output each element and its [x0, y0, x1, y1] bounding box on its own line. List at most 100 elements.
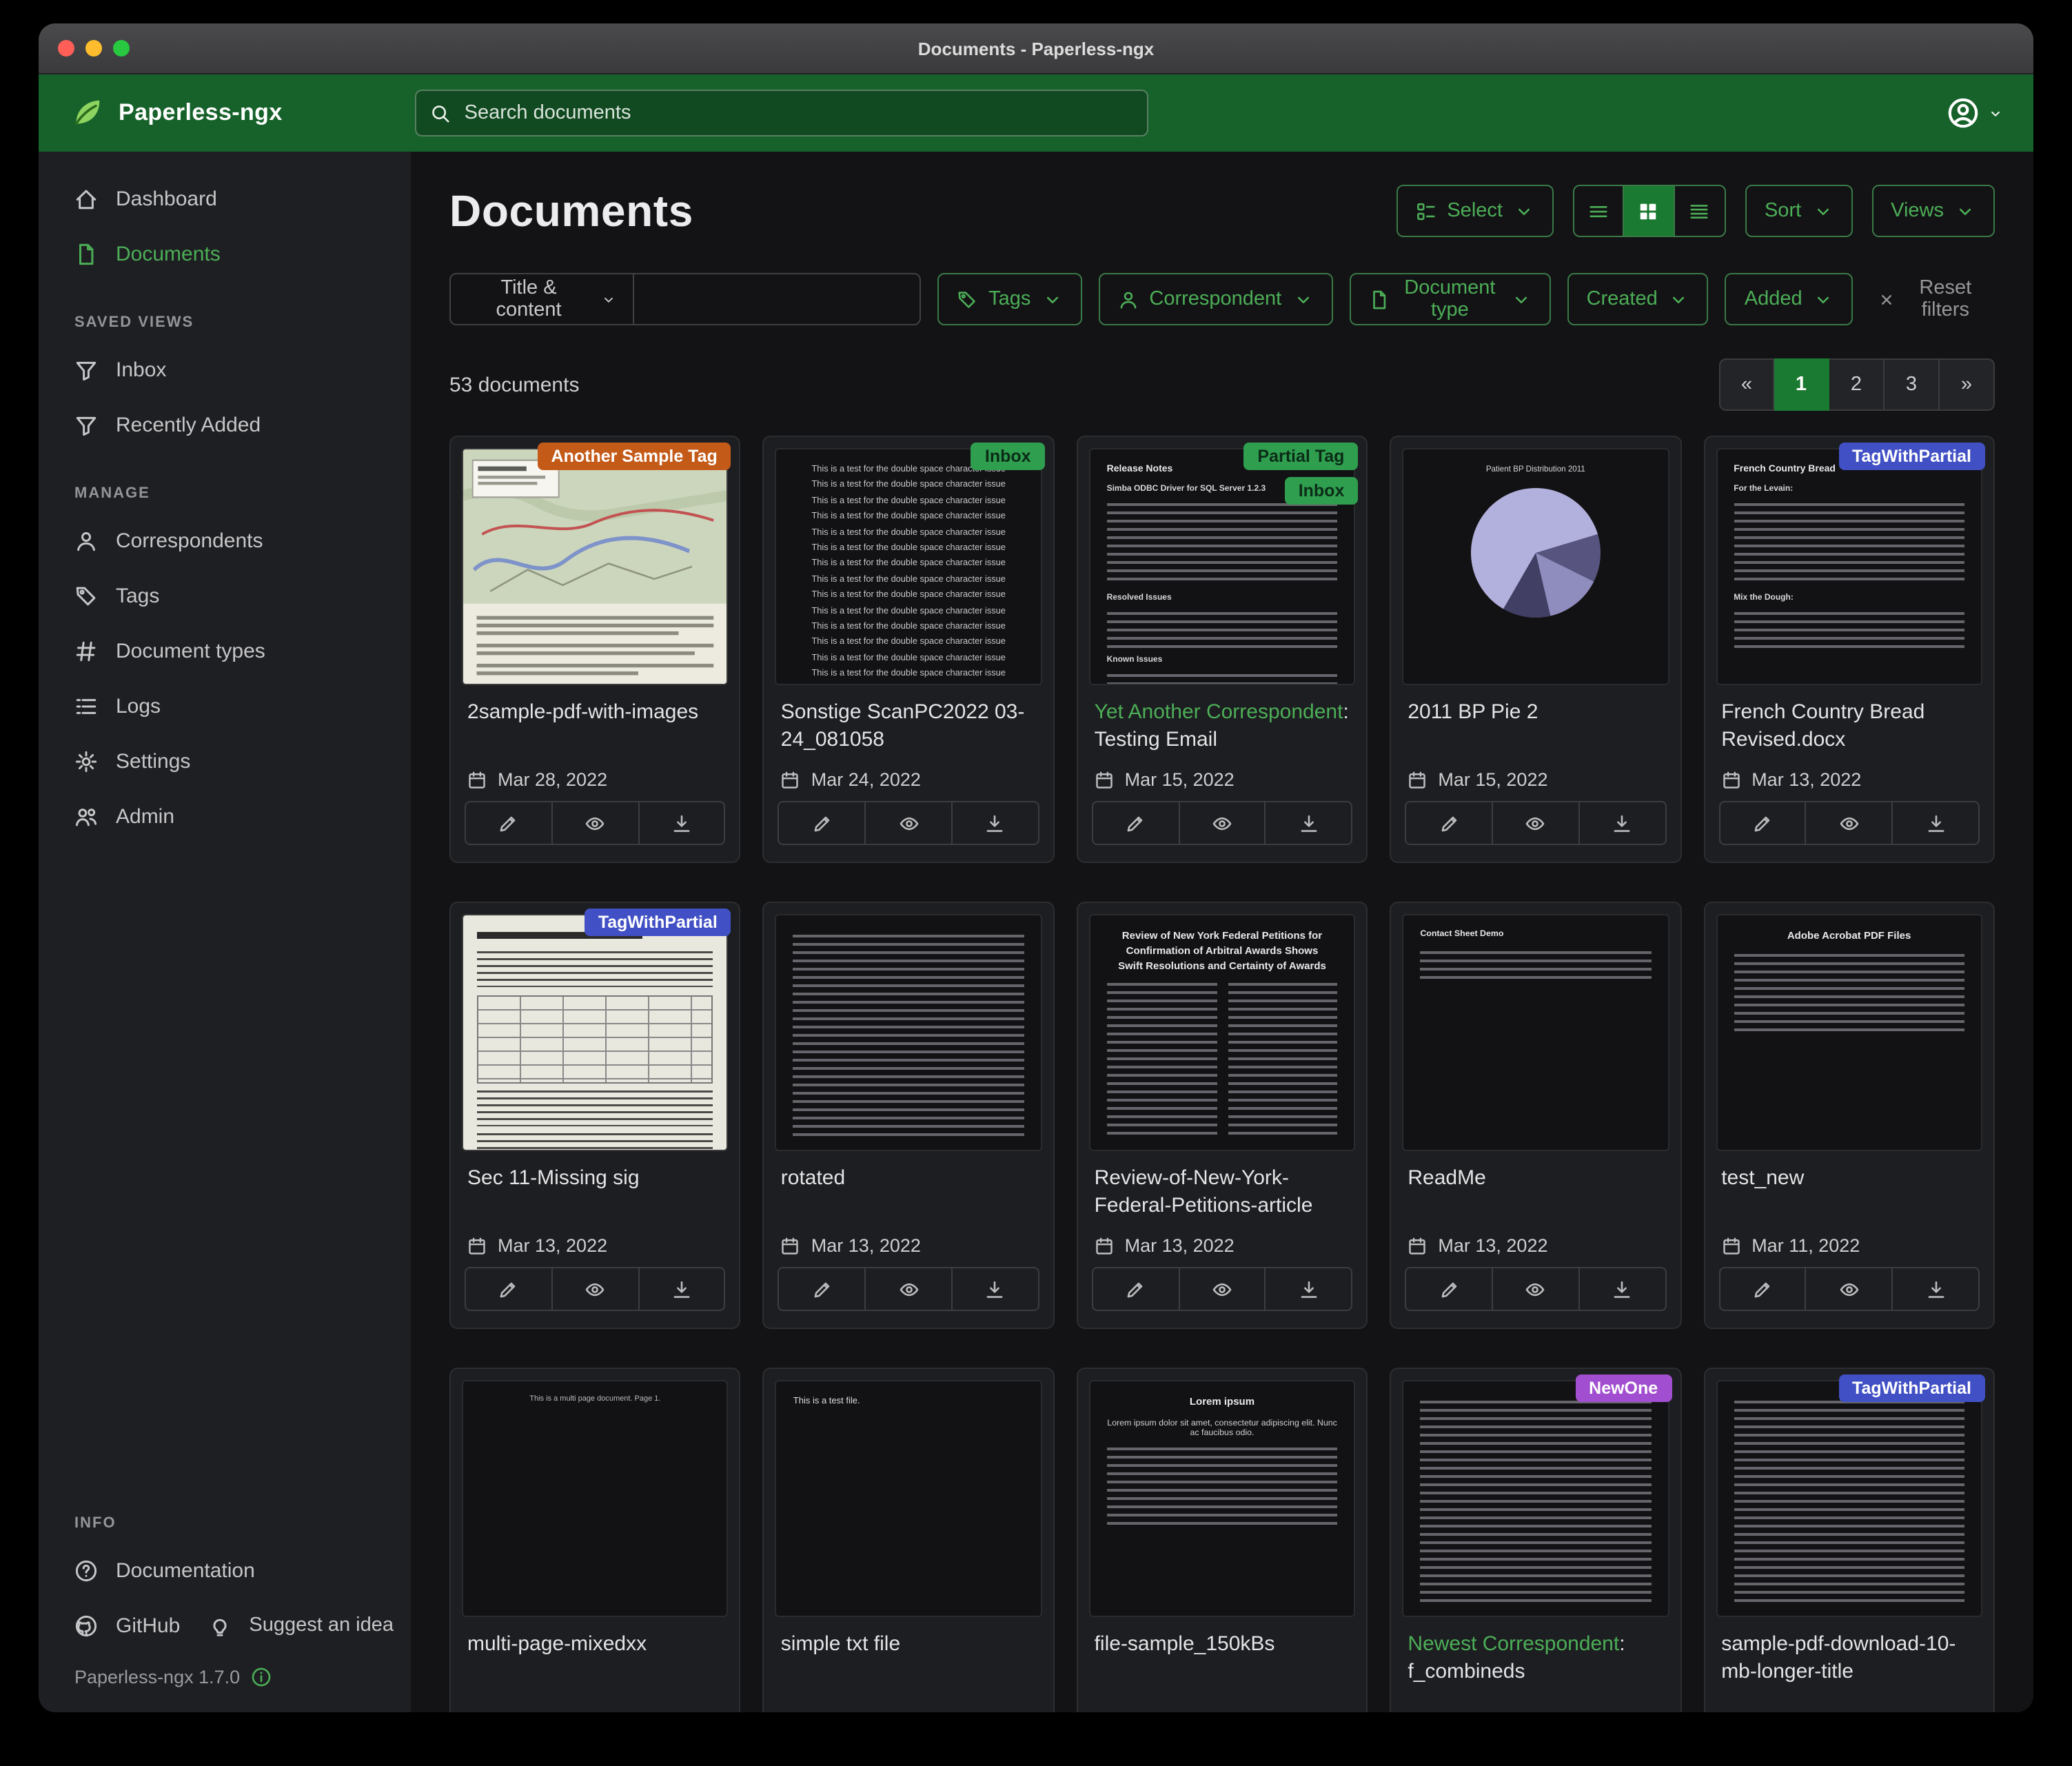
tag-badge[interactable]: TagWithPartial [1838, 443, 1985, 470]
document-title-link[interactable]: Yet Another Correspondent: Testing Email [1095, 699, 1350, 760]
document-thumbnail[interactable] [775, 914, 1042, 1151]
pagination-next[interactable]: » [1940, 358, 1995, 411]
document-title-link[interactable]: multi-page-mixedxx [467, 1631, 723, 1692]
download-button[interactable] [638, 1268, 724, 1310]
grid-view-button[interactable] [1624, 185, 1675, 237]
download-button[interactable] [1265, 1268, 1352, 1310]
edit-button[interactable] [780, 1268, 865, 1310]
tag-badge[interactable]: Inbox [1285, 477, 1359, 505]
sidebar-item-documents[interactable]: Documents [39, 226, 411, 281]
download-button[interactable] [1578, 802, 1665, 844]
sidebar-item-tags[interactable]: Tags [39, 568, 411, 623]
view-button[interactable] [864, 802, 951, 844]
added-filter-button[interactable]: Added [1725, 273, 1853, 325]
sidebar-item-github[interactable]: GitHub [39, 1598, 180, 1653]
download-button[interactable] [1578, 1268, 1665, 1310]
view-button[interactable] [1805, 1268, 1892, 1310]
tag-badge[interactable]: Partial Tag [1243, 443, 1358, 470]
pagination-prev[interactable]: « [1719, 358, 1774, 411]
edit-button[interactable] [1093, 1268, 1179, 1310]
document-thumbnail[interactable]: Patient BP Distribution 2011 [1402, 448, 1669, 685]
window-zoom-button[interactable] [113, 40, 130, 57]
views-button[interactable]: Views [1871, 185, 1995, 237]
window-close-button[interactable] [58, 40, 74, 57]
document-thumbnail[interactable]: This is a multi page document. Page 1. [462, 1380, 729, 1617]
edit-button[interactable] [1406, 802, 1492, 844]
document-thumbnail[interactable]: Contact Sheet Demo [1402, 914, 1669, 1151]
view-button[interactable] [1178, 1268, 1265, 1310]
download-button[interactable] [951, 1268, 1038, 1310]
reset-filters-button[interactable]: Reset filters [1870, 276, 1995, 323]
pagination-page-1[interactable]: 1 [1774, 358, 1829, 411]
view-button[interactable] [864, 1268, 951, 1310]
edit-button[interactable] [780, 802, 865, 844]
view-button[interactable] [1492, 1268, 1578, 1310]
created-filter-button[interactable]: Created [1567, 273, 1709, 325]
list-view-button[interactable] [1573, 185, 1624, 237]
edit-button[interactable] [1720, 802, 1805, 844]
document-title-link[interactable]: 2011 BP Pie 2 [1408, 699, 1663, 760]
tag-badge[interactable]: TagWithPartial [1838, 1374, 1985, 1402]
correspondent-link[interactable]: Newest Correspondent [1408, 1632, 1619, 1656]
window-minimize-button[interactable] [85, 40, 102, 57]
document-thumbnail[interactable]: This is a test for the double space char… [775, 448, 1042, 685]
document-type-filter-button[interactable]: Document type [1349, 273, 1550, 325]
document-title-link[interactable]: 2sample-pdf-with-images [467, 699, 723, 760]
tags-filter-button[interactable]: Tags [937, 273, 1081, 325]
document-thumbnail[interactable] [1402, 1380, 1669, 1617]
view-button[interactable] [551, 802, 638, 844]
sidebar-item-admin[interactable]: Admin [39, 789, 411, 844]
sidebar-item-dashboard[interactable]: Dashboard [39, 171, 411, 226]
sidebar-item-correspondents[interactable]: Correspondents [39, 513, 411, 568]
edit-button[interactable] [466, 802, 551, 844]
download-button[interactable] [1265, 802, 1352, 844]
document-title-link[interactable]: ReadMe [1408, 1165, 1663, 1226]
correspondent-link[interactable]: Yet Another Correspondent [1095, 700, 1343, 724]
pagination-page-3[interactable]: 3 [1885, 358, 1940, 411]
document-thumbnail[interactable]: French Country BreadFor the Levain:Mix t… [1716, 448, 1982, 685]
document-title-link[interactable]: test_new [1721, 1165, 1977, 1226]
sidebar-item-suggest-an-idea[interactable]: Suggest an idea [180, 1598, 394, 1653]
document-thumbnail[interactable] [462, 448, 729, 685]
edit-button[interactable] [1720, 1268, 1805, 1310]
view-button[interactable] [551, 1268, 638, 1310]
filter-text-input[interactable] [634, 274, 920, 324]
document-thumbnail[interactable]: Review of New York Federal Petitions for… [1089, 914, 1356, 1151]
select-button[interactable]: Select [1396, 185, 1554, 237]
tag-badge[interactable]: Inbox [971, 443, 1045, 470]
document-title-link[interactable]: simple txt file [781, 1631, 1037, 1692]
download-button[interactable] [1891, 802, 1978, 844]
sidebar-item-documentation[interactable]: Documentation [39, 1543, 411, 1598]
document-title-link[interactable]: Sec 11-Missing sig [467, 1165, 723, 1226]
sort-button[interactable]: Sort [1745, 185, 1852, 237]
view-button[interactable] [1178, 802, 1265, 844]
document-title-link[interactable]: rotated [781, 1165, 1037, 1226]
document-thumbnail[interactable]: Lorem ipsumLorem ipsum dolor sit amet, c… [1089, 1380, 1356, 1617]
tag-badge[interactable]: NewOne [1575, 1374, 1672, 1402]
download-button[interactable] [1891, 1268, 1978, 1310]
document-title-link[interactable]: French Country Bread Revised.docx [1721, 699, 1977, 760]
sidebar-item-settings[interactable]: Settings [39, 733, 411, 789]
edit-button[interactable] [1093, 802, 1179, 844]
document-thumbnail[interactable] [462, 914, 729, 1151]
document-title-link[interactable]: Review-of-New-York-Federal-Petitions-art… [1095, 1165, 1350, 1226]
info-icon[interactable] [251, 1667, 272, 1687]
document-title-link[interactable]: Newest Correspondent: f_combineds [1408, 1631, 1663, 1692]
title-content-dropdown[interactable]: Title & content [451, 274, 634, 324]
search-input[interactable] [462, 101, 1133, 125]
sidebar-item-inbox[interactable]: Inbox [39, 342, 411, 397]
correspondent-filter-button[interactable]: Correspondent [1098, 273, 1332, 325]
edit-button[interactable] [1406, 1268, 1492, 1310]
tag-badge[interactable]: Another Sample Tag [538, 443, 731, 470]
view-button[interactable] [1492, 802, 1578, 844]
document-title-link[interactable]: file-sample_150kBs [1095, 1631, 1350, 1692]
user-menu[interactable] [1947, 97, 2003, 130]
document-title-link[interactable]: sample-pdf-download-10-mb-longer-title [1721, 1631, 1977, 1692]
tag-badge[interactable]: TagWithPartial [585, 909, 731, 936]
sidebar-item-recently-added[interactable]: Recently Added [39, 397, 411, 452]
sidebar-item-document-types[interactable]: Document types [39, 623, 411, 678]
detail-view-button[interactable] [1675, 185, 1726, 237]
download-button[interactable] [638, 802, 724, 844]
view-button[interactable] [1805, 802, 1892, 844]
document-thumbnail[interactable] [1716, 1380, 1982, 1617]
